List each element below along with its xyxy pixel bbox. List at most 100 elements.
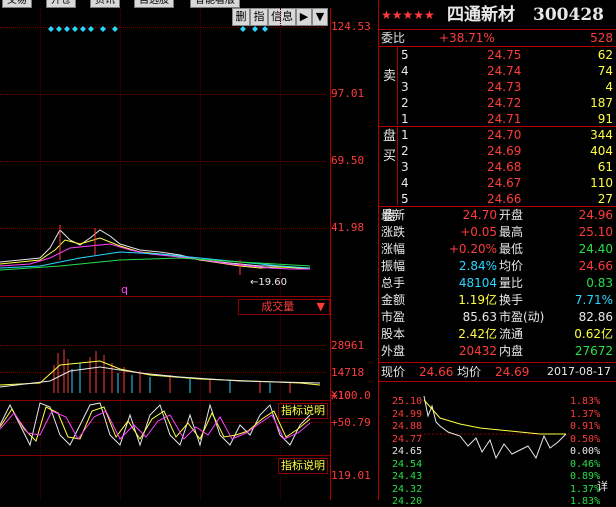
price-value: 24.75 — [487, 48, 522, 62]
stock-title: ★★★★★ 四通新材 300428 — [379, 4, 616, 26]
stat-label: 振幅 — [381, 259, 406, 273]
volume-value: 187 — [590, 96, 613, 110]
price-value: 24.70 — [487, 128, 522, 142]
grid-line — [0, 161, 326, 162]
stat-label: 最低 — [499, 242, 524, 256]
price-value: 24.66 — [419, 365, 454, 379]
y-axis-label: 41.98 — [331, 221, 365, 234]
trade-button[interactable]: 交易 — [2, 0, 32, 8]
mini-pct-label: 0.89% — [570, 471, 601, 482]
level-label: 4 — [401, 176, 409, 190]
volume-value: 27 — [597, 192, 613, 206]
event-markers — [48, 26, 268, 32]
sell-order-row[interactable]: 4 24.74 74 — [379, 63, 616, 79]
divider — [379, 362, 616, 363]
price-kline-chart[interactable] — [0, 200, 330, 280]
stat-value: 85.63 — [462, 310, 497, 324]
stat-label: 市盈 — [381, 310, 406, 324]
level-label: 3 — [401, 80, 409, 94]
level-label: 1 — [401, 112, 409, 126]
volume-value: 74 — [597, 64, 613, 78]
stat-row: 金额 1.19亿 换手 7.71% — [379, 292, 616, 308]
stat-value: 20432 — [458, 344, 497, 358]
weibi-label: 委比 — [381, 31, 406, 45]
stat-value: 2.84% — [458, 259, 497, 273]
volume-dropdown[interactable]: 成交量 ▼ — [238, 299, 330, 315]
stat-value: +0.05 — [460, 225, 497, 239]
y-axis-label: +50.79 — [331, 416, 371, 429]
stat-label: 外盘 — [381, 344, 406, 358]
stat-value: 48104 — [458, 276, 497, 290]
stock-name: 四通新材 — [447, 5, 515, 25]
y-axis-label: 124.53 — [331, 20, 371, 33]
stat-value: 2.42亿 — [458, 327, 497, 341]
stat-label: 涨幅 — [381, 242, 406, 256]
buy-order-row[interactable]: 2 24.69 404 — [379, 143, 616, 159]
stat-label: 总手 — [381, 276, 406, 290]
buy-order-row[interactable]: 5 24.66 27 — [379, 191, 616, 207]
price-value: 24.74 — [487, 64, 522, 78]
volume-value: 91 — [597, 112, 613, 126]
stat-label: 换手 — [499, 293, 524, 307]
mini-pct-label: 0.46% — [570, 458, 601, 470]
stat-row: 振幅 2.84% 均价 24.66 — [379, 258, 616, 274]
stat-label: 涨跌 — [381, 225, 406, 239]
sell-order-row[interactable]: 3 24.73 4 — [379, 79, 616, 95]
mini-pct-label: 1.37% — [570, 408, 601, 420]
mini-y-label: 24.32 — [392, 483, 423, 495]
avg-label: 均价 — [457, 365, 482, 379]
price-value: 24.68 — [487, 160, 522, 174]
buy-order-row[interactable]: 4 24.67 110 — [379, 175, 616, 191]
mini-y-label: 24.65 — [392, 446, 423, 457]
price-value: 24.69 — [487, 144, 522, 158]
sell-order-row[interactable]: 2 24.72 187 — [379, 95, 616, 111]
stat-value: 24.66 — [578, 259, 613, 273]
mini-pct-label: 0.91% — [570, 421, 601, 432]
level-label: 2 — [401, 96, 409, 110]
stat-label: 市盈(动) — [499, 310, 545, 324]
stat-label: 最新 — [381, 208, 406, 222]
intraday-mini-chart[interactable] — [420, 396, 570, 500]
stat-label: 内盘 — [499, 344, 524, 358]
detail-link[interactable]: 详 — [597, 478, 608, 494]
grid-line — [0, 94, 326, 95]
stat-row: 股本 2.42亿 流通 0.62亿 — [379, 326, 616, 342]
stat-value: 27672 — [574, 344, 613, 358]
buy-order-row[interactable]: 1 24.70 344 — [379, 127, 616, 143]
sell-order-row[interactable]: 1 24.71 91 — [379, 111, 616, 127]
mini-pct-label: 1.37% — [570, 483, 601, 495]
section-divider — [0, 296, 330, 297]
buy-order-row[interactable]: 3 24.68 61 — [379, 159, 616, 175]
indicator-chart-kdj[interactable] — [0, 395, 330, 455]
sell-order-row[interactable]: 5 24.75 62 — [379, 47, 616, 63]
stat-value: 82.86 — [578, 310, 613, 324]
stat-value: 0.62亿 — [574, 327, 613, 341]
y-axis-label: 28961 — [331, 339, 365, 352]
stock-code: 300428 — [533, 5, 604, 25]
open-position-button[interactable]: 开仓 — [46, 0, 76, 8]
volume-value: 62 — [597, 48, 613, 62]
y-axis-label: 69.50 — [331, 154, 365, 167]
stat-label: 流通 — [499, 327, 524, 341]
mini-y-label: 24.54 — [392, 458, 423, 470]
stat-row: 最新 24.70 开盘 24.96 — [379, 207, 616, 223]
watchlist-button[interactable]: 自选股 — [134, 0, 174, 8]
stat-row: 涨幅 +0.20% 最低 24.40 — [379, 241, 616, 257]
weibi-value: +38.71% — [439, 31, 495, 45]
level-label: 3 — [401, 160, 409, 174]
indicator-help-button-2[interactable]: 指标说明 — [278, 458, 328, 474]
stat-label: 量比 — [499, 276, 524, 290]
mini-y-label: 24.20 — [392, 496, 423, 507]
stat-value: 7.71% — [574, 293, 613, 307]
stat-label: 开盘 — [499, 208, 524, 222]
volume-bars[interactable] — [0, 345, 330, 400]
mini-pct-label: 0.50% — [570, 433, 601, 445]
volume-value: 110 — [590, 176, 613, 190]
mini-y-label: 24.99 — [392, 408, 423, 420]
y-axis-label: +100.0 — [331, 389, 371, 402]
smart-board-button[interactable]: 智能看版 — [190, 0, 240, 8]
stat-value: 24.96 — [578, 208, 613, 222]
volume-value: 404 — [590, 144, 613, 158]
news-button[interactable]: 资讯 — [90, 0, 120, 8]
volume-value: 4 — [605, 80, 613, 94]
